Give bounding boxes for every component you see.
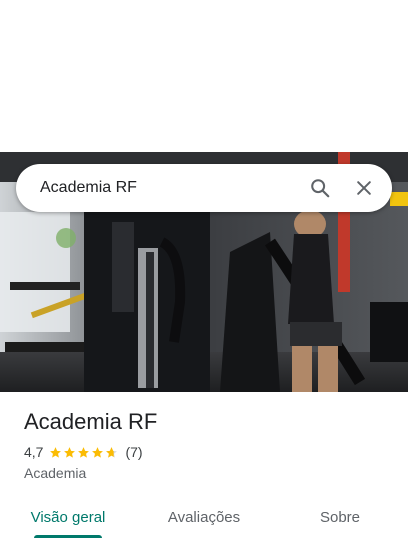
tab-about[interactable]: Sobre [272,496,408,538]
place-info: Academia RF 4,7 (7) Academia [24,408,392,481]
star-icon [78,446,90,458]
star-icon [92,446,104,458]
search-button[interactable] [298,166,342,210]
search-input[interactable]: Academia RF [16,179,298,197]
place-category[interactable]: Academia [24,465,392,481]
place-tabs: Visão geral Avaliações Sobre [0,496,408,538]
star-icon [50,446,62,458]
rating-row[interactable]: 4,7 (7) [24,444,392,460]
search-bar[interactable]: Academia RF [16,164,392,212]
tab-overview[interactable]: Visão geral [0,496,136,538]
clear-search-button[interactable] [342,166,386,210]
rating-value: 4,7 [24,444,44,460]
star-icon [64,446,76,458]
place-title: Academia RF [24,409,158,434]
tab-reviews[interactable]: Avaliações [136,496,272,538]
review-count[interactable]: (7) [125,444,142,460]
search-icon [311,179,330,198]
close-icon [357,181,371,195]
star-half-icon [106,446,118,458]
star-rating [49,446,119,459]
